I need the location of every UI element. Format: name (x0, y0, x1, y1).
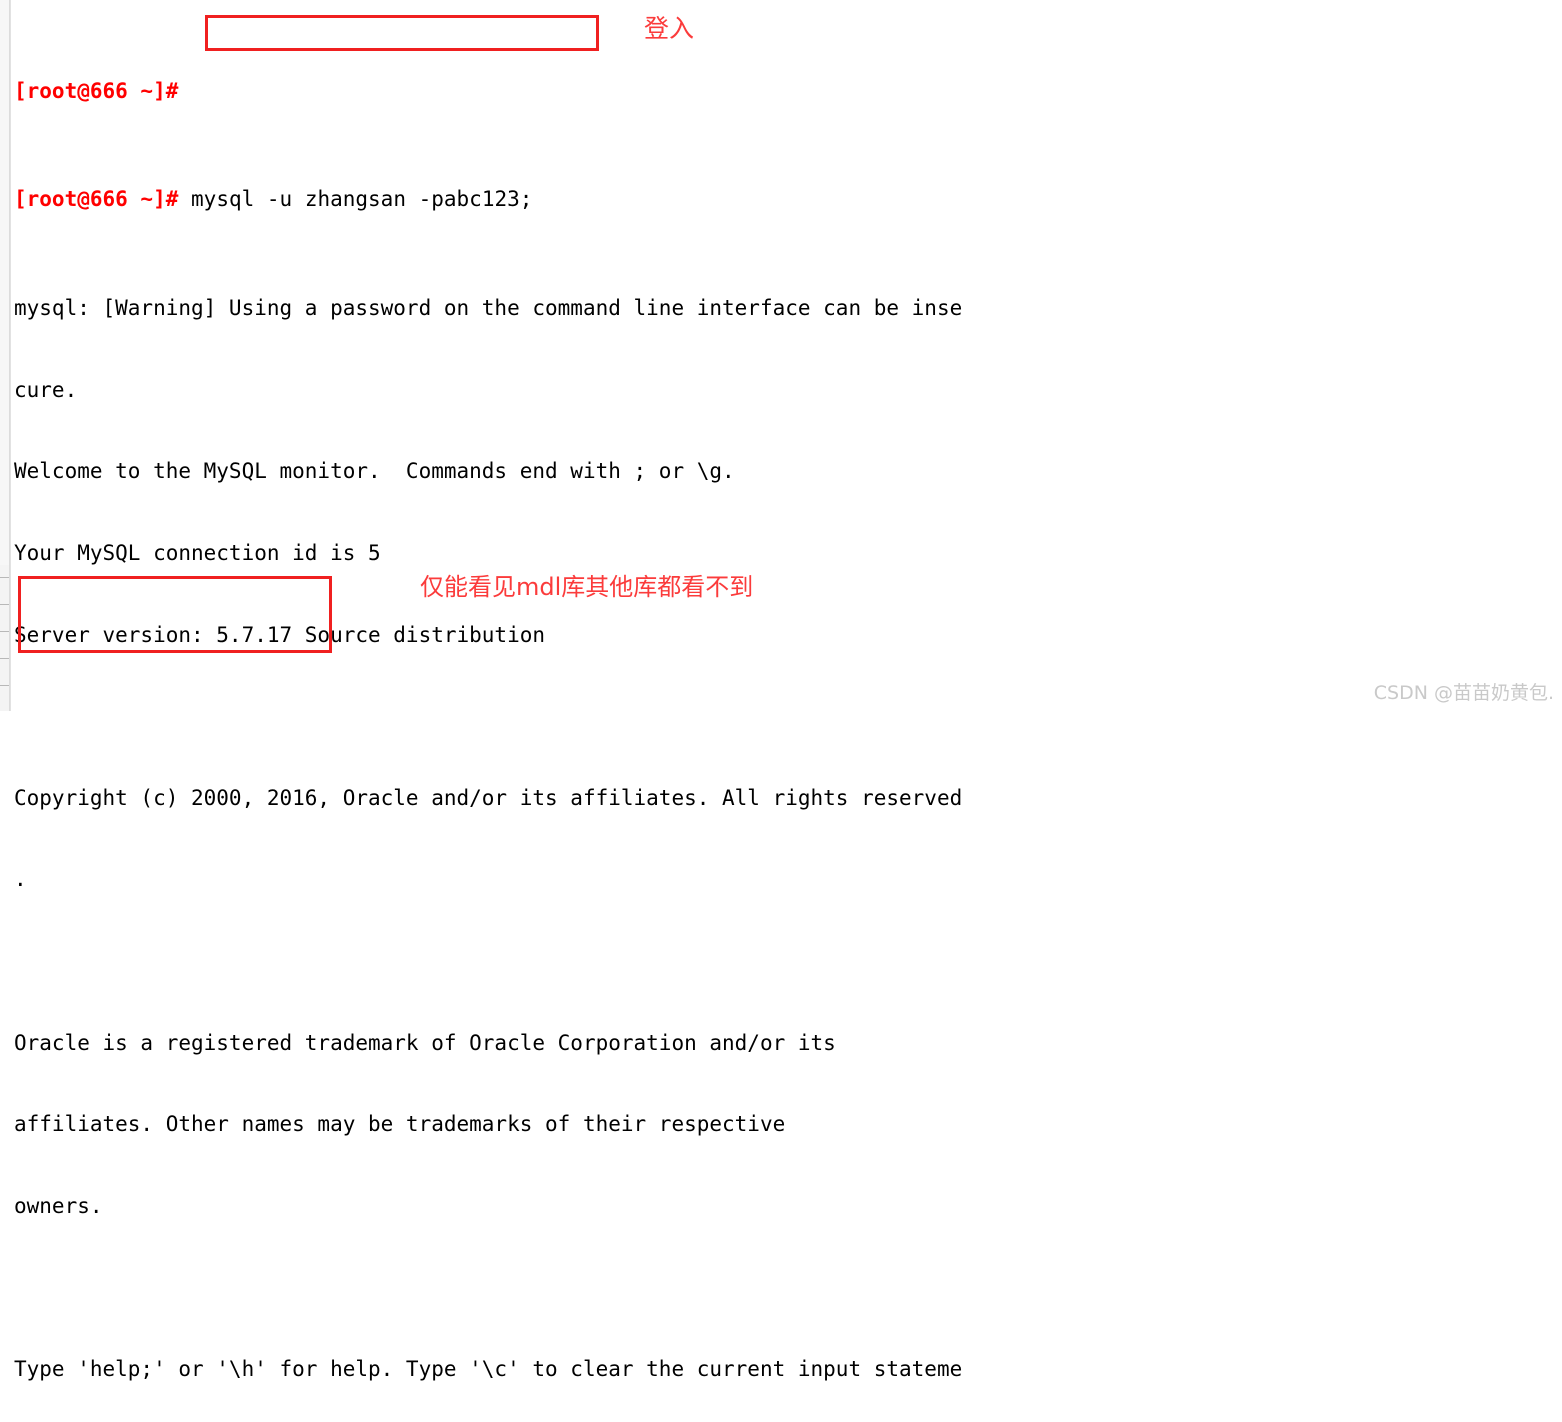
terminal-line: affiliates. Other names may be trademark… (14, 1112, 786, 1137)
terminal-line: . (14, 867, 27, 892)
gutter-rule (0, 577, 9, 578)
terminal-output[interactable]: [root@666 ~]# [root@666 ~]# mysql -u zha… (14, 0, 1554, 1422)
shell-prompt: [root@666 ~]# (14, 78, 179, 103)
left-gutter-lower-strip (0, 565, 9, 711)
csdn-watermark: CSDN @苗苗奶黄包. (1373, 682, 1554, 704)
terminal-line: Oracle is a registered trademark of Orac… (14, 1030, 836, 1055)
gutter-rule (0, 685, 9, 686)
terminal-line: Server version: 5.7.17 Source distributi… (14, 622, 546, 647)
terminal-command-line: [root@666 ~]# mysql -u zhangsan -pabc123… (14, 186, 1554, 213)
terminal-line: cure. (14, 377, 78, 402)
gutter-rule (0, 658, 9, 659)
gutter-rule (0, 631, 9, 632)
terminal-prompt-line: [root@666 ~]# (14, 78, 1554, 105)
shell-prompt: [root@666 ~]# (14, 187, 179, 212)
mysql-login-command: mysql -u zhangsan -pabc123; (191, 187, 533, 212)
annotation-login-label: 登入 (644, 14, 695, 43)
terminal-line: owners. (14, 1193, 103, 1218)
annotation-visibility-label: 仅能看见mdl库其他库都看不到 (420, 573, 754, 601)
terminal-line: Copyright (c) 2000, 2016, Oracle and/or … (14, 785, 963, 810)
terminal-line: mysql: [Warning] Using a password on the… (14, 296, 963, 321)
terminal-line: Welcome to the MySQL monitor. Commands e… (14, 459, 735, 484)
terminal-line: Type 'help;' or '\h' for help. Type '\c'… (14, 1356, 963, 1381)
terminal-left-border (10, 0, 11, 711)
login-command (178, 187, 191, 211)
terminal-line: Your MySQL connection id is 5 (14, 540, 381, 565)
gutter-rule (0, 604, 9, 605)
